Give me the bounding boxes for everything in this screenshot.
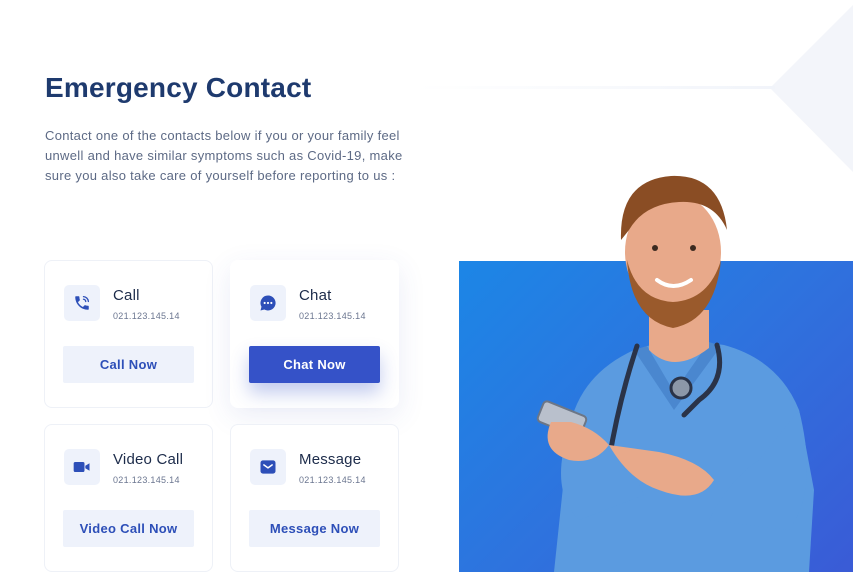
- contact-card-video-call: Video Call 021.123.145.14 Video Call Now: [44, 424, 213, 572]
- contact-name: Call: [113, 287, 140, 304]
- contact-name: Video Call: [113, 451, 184, 468]
- chat-now-button[interactable]: Chat Now: [249, 346, 380, 383]
- chat-icon-box: [250, 285, 286, 321]
- chat-bubble-icon: [260, 295, 276, 311]
- page-title: Emergency Contact: [45, 72, 312, 103]
- envelope-icon: [260, 460, 276, 474]
- contact-number: 021.123.145.14: [299, 311, 366, 321]
- phone-icon: [75, 295, 90, 310]
- contact-card-call: Call 021.123.145.14 Call Now: [44, 260, 213, 408]
- contact-number: 021.123.145.14: [299, 475, 366, 485]
- envelope-icon-box: [250, 449, 286, 485]
- contact-name: Message: [299, 451, 362, 468]
- video-icon-box: [64, 449, 100, 485]
- call-now-button[interactable]: Call Now: [63, 346, 194, 383]
- contact-name: Chat: [299, 287, 332, 304]
- video-call-now-button[interactable]: Video Call Now: [63, 510, 194, 547]
- background-line: [415, 86, 775, 89]
- contact-number: 021.123.145.14: [113, 311, 180, 321]
- contact-card-message: Message 021.123.145.14 Message Now: [230, 424, 399, 572]
- contact-card-chat: Chat 021.123.145.14 Chat Now: [230, 260, 399, 408]
- contact-number: 021.123.145.14: [113, 475, 180, 485]
- page-description: Contact one of the contacts below if you…: [45, 128, 403, 183]
- doctor-image: [536, 175, 814, 572]
- video-camera-icon: [73, 462, 90, 472]
- phone-icon-box: [64, 285, 100, 321]
- background-decoration: [770, 5, 853, 172]
- message-now-button[interactable]: Message Now: [249, 510, 380, 547]
